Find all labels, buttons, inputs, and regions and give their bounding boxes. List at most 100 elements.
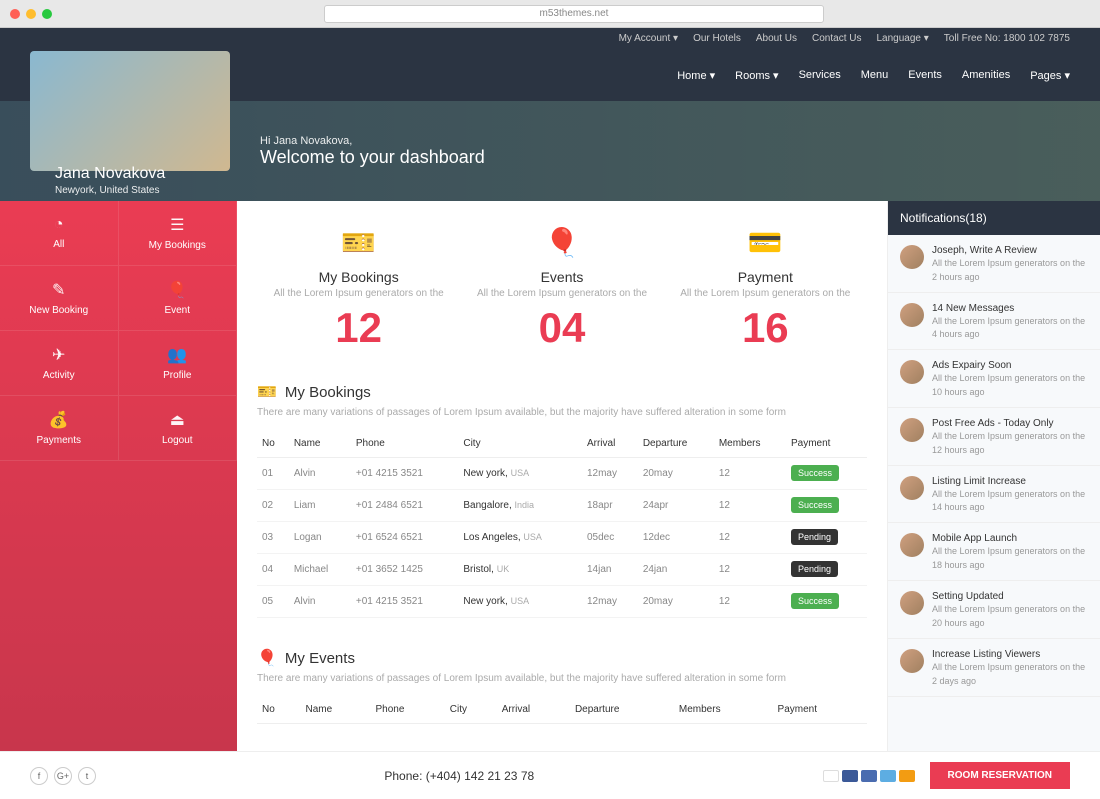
sidebar-item-my-bookings[interactable]: ☰ My Bookings: [119, 201, 238, 266]
sidebar-item-all[interactable]: ◔All: [0, 201, 119, 266]
stat-sub: All the Lorem Ipsum generators on the: [257, 288, 460, 299]
notif-time: 4 hours ago: [932, 329, 1088, 339]
profile-name: Jana Novakova: [55, 165, 165, 183]
address-bar[interactable]: m53themes.net: [324, 5, 824, 23]
table-row[interactable]: 01Alvin+01 4215 3521New york, USA12may20…: [257, 458, 867, 490]
top-language[interactable]: Language ▾: [876, 33, 928, 44]
sidebar-item-payments[interactable]: 💰Payments: [0, 396, 119, 461]
cell-phone: +01 3652 1425: [351, 554, 458, 586]
stat-my-bookings: 🎫My BookingsAll the Lorem Ipsum generato…: [257, 226, 460, 352]
cell-phone: +01 2484 6521: [351, 490, 458, 522]
cell-phone: +01 4215 3521: [351, 458, 458, 490]
stat-icon: 🎫: [257, 226, 460, 259]
col-payment: Payment: [786, 430, 867, 458]
notif-title: Ads Expairy Soon: [932, 360, 1088, 371]
avatar: [900, 303, 924, 327]
cell-departure: 20may: [638, 586, 714, 618]
sidebar-label: Logout: [162, 435, 193, 446]
notification-item[interactable]: Listing Limit IncreaseAll the Lorem Ipsu…: [888, 466, 1100, 524]
sidebar-item-event[interactable]: 🎈Event: [119, 266, 238, 331]
sidebar-item-new-booking[interactable]: ✎New Booking: [0, 266, 119, 331]
facebook-icon[interactable]: f: [30, 767, 48, 785]
sidebar-label: Activity: [43, 370, 75, 381]
sidebar-item-activity[interactable]: ✈Activity: [0, 331, 119, 396]
notification-item[interactable]: Increase Listing ViewersAll the Lorem Ip…: [888, 639, 1100, 697]
notif-title: Post Free Ads - Today Only: [932, 418, 1088, 429]
col-members: Members: [714, 430, 786, 458]
notification-item[interactable]: 14 New Messages All the Lorem Ipsum gener…: [888, 293, 1100, 351]
table-row[interactable]: 05Alvin+01 4215 3521New york, USA12may20…: [257, 586, 867, 618]
ecol-members: Members: [674, 696, 773, 724]
avatar: [900, 533, 924, 557]
table-row[interactable]: 02Liam+01 2484 6521Bangalore, India18apr…: [257, 490, 867, 522]
close-window-icon[interactable]: [10, 9, 20, 19]
notif-time: 12 hours ago: [932, 445, 1088, 455]
nav-menu[interactable]: Menu: [861, 69, 889, 82]
notif-desc: All the Lorem Ipsum generators on the: [932, 489, 1088, 501]
events-subtitle: There are many variations of passages of…: [257, 673, 867, 684]
maximize-window-icon[interactable]: [42, 9, 52, 19]
sidebar-item-logout[interactable]: ⏏Logout: [119, 396, 238, 461]
cell-city: New york, USA: [458, 586, 582, 618]
notification-item[interactable]: Ads Expairy SoonAll the Lorem Ipsum gene…: [888, 350, 1100, 408]
nav-services[interactable]: Services: [799, 69, 841, 82]
table-row[interactable]: 04Michael+01 3652 1425Bristol, UK14jan24…: [257, 554, 867, 586]
table-row[interactable]: 03Logan+01 6524 6521Los Angeles, USA05de…: [257, 522, 867, 554]
nav-events[interactable]: Events: [908, 69, 942, 82]
sidebar-icon: ☰: [170, 215, 184, 235]
ticket-icon: 🎫: [257, 382, 277, 402]
nav-home[interactable]: Home ▾: [677, 69, 715, 82]
stat-title: Events: [460, 269, 663, 285]
notification-item[interactable]: Joseph, Write A ReviewAll the Lorem Ipsu…: [888, 235, 1100, 293]
avatar: [900, 360, 924, 384]
google-plus-icon[interactable]: G+: [54, 767, 72, 785]
sidebar: ◔All ☰ My Bookings ✎New Booking🎈Event✈Activ…: [0, 201, 237, 751]
amex-icon: [861, 770, 877, 782]
col-no: No: [257, 430, 289, 458]
top-contact-us[interactable]: Contact Us: [812, 33, 861, 44]
top-about-us[interactable]: About Us: [756, 33, 797, 44]
events-title: My Events: [285, 650, 355, 667]
notif-desc: All the Lorem Ipsum generators on the: [932, 258, 1088, 270]
cell-city: Bristol, UK: [458, 554, 582, 586]
cell-departure: 24jan: [638, 554, 714, 586]
sidebar-label: My Bookings: [149, 240, 206, 251]
notification-item[interactable]: Post Free Ads - Today OnlyAll the Lorem …: [888, 408, 1100, 466]
cell-city: New york, USA: [458, 458, 582, 490]
cell-arrival: 12may: [582, 458, 638, 490]
sidebar-icon: 👥: [167, 345, 187, 365]
twitter-icon[interactable]: t: [78, 767, 96, 785]
status-badge: Success: [791, 465, 839, 481]
cell-name: Liam: [289, 490, 351, 522]
sidebar-label: Payments: [37, 435, 81, 446]
notif-title: Mobile App Launch: [932, 533, 1088, 544]
hero-greeting: Hi Jana Novakova,: [260, 135, 485, 147]
notif-title: 14 New Messages: [932, 303, 1088, 314]
nav-pages[interactable]: Pages ▾: [1030, 69, 1070, 82]
room-reservation-button[interactable]: ROOM RESERVATION: [930, 762, 1070, 789]
nav-amenities[interactable]: Amenities: [962, 69, 1010, 82]
notif-desc: All the Lorem Ipsum generators on the: [932, 316, 1088, 328]
sidebar-label: Profile: [163, 370, 191, 381]
status-badge: Pending: [791, 561, 838, 577]
cell-members: 12: [714, 458, 786, 490]
top-our-hotels[interactable]: Our Hotels: [693, 33, 741, 44]
notification-item[interactable]: Setting UpdatedAll the Lorem Ipsum gener…: [888, 581, 1100, 639]
cell-departure: 24apr: [638, 490, 714, 522]
top-my-account[interactable]: My Account ▾: [619, 33, 679, 44]
notif-time: 2 hours ago: [932, 272, 1088, 282]
notifications-header: Notifications(18): [888, 201, 1100, 235]
nav-rooms[interactable]: Rooms ▾: [735, 69, 778, 82]
stat-events: 🎈EventsAll the Lorem Ipsum generators on…: [460, 226, 663, 352]
notification-item[interactable]: Mobile App LaunchAll the Lorem Ipsum gen…: [888, 523, 1100, 581]
cell-no: 04: [257, 554, 289, 586]
sidebar-item-profile[interactable]: 👥 Profile: [119, 331, 238, 396]
cell-members: 12: [714, 490, 786, 522]
stat-number: 12: [257, 304, 460, 352]
cell-members: 12: [714, 554, 786, 586]
sidebar-label: New Booking: [29, 305, 88, 316]
ecol-payment: Payment: [773, 696, 867, 724]
minimize-window-icon[interactable]: [26, 9, 36, 19]
stat-number: 16: [664, 304, 867, 352]
cell-arrival: 12may: [582, 586, 638, 618]
